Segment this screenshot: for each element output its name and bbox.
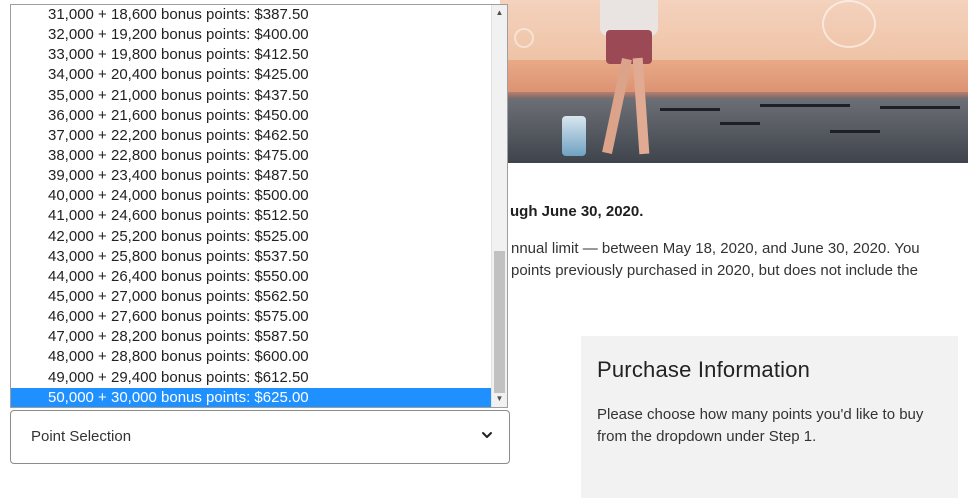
hero-sky — [500, 0, 968, 62]
dropdown-option[interactable]: 44,000 + 26,400 bonus points: $550.00 — [11, 267, 492, 287]
dropdown-option[interactable]: 33,000 + 19,800 bonus points: $412.50 — [11, 45, 492, 65]
dropdown-option[interactable]: 47,000 + 28,200 bonus points: $587.50 — [11, 327, 492, 347]
point-selection-select[interactable]: Point Selection — [10, 410, 510, 464]
driftwood — [880, 106, 960, 109]
dropdown-option[interactable]: 32,000 + 19,200 bonus points: $400.00 — [11, 25, 492, 45]
dropdown-option[interactable]: 46,000 + 27,600 bonus points: $575.00 — [11, 307, 492, 327]
driftwood — [720, 122, 760, 125]
dropdown-option[interactable]: 36,000 + 21,600 bonus points: $450.00 — [11, 106, 492, 126]
dropdown-scrollbar[interactable]: ▲ ▼ — [491, 5, 507, 407]
scroll-up-arrow-icon[interactable]: ▲ — [492, 5, 507, 21]
dropdown-option[interactable]: 48,000 + 28,800 bonus points: $600.00 — [11, 347, 492, 367]
bubble-jar — [562, 116, 586, 156]
dropdown-option[interactable]: 35,000 + 21,000 bonus points: $437.50 — [11, 86, 492, 106]
bubble-shape — [822, 0, 876, 48]
dropdown-option[interactable]: 38,000 + 22,800 bonus points: $475.00 — [11, 146, 492, 166]
scrollbar-thumb[interactable] — [494, 251, 505, 393]
dropdown-option[interactable]: 40,000 + 24,000 bonus points: $500.00 — [11, 186, 492, 206]
scroll-down-arrow-icon[interactable]: ▼ — [492, 391, 507, 407]
dropdown-option[interactable]: 39,000 + 23,400 bonus points: $487.50 — [11, 166, 492, 186]
points-dropdown-list[interactable]: 31,000 + 18,600 bonus points: $387.50 32,… — [10, 4, 508, 408]
offer-dates-heading: ugh June 30, 2020. — [510, 203, 644, 220]
driftwood — [830, 130, 880, 133]
dropdown-option[interactable]: 42,000 + 25,200 bonus points: $525.00 — [11, 227, 492, 247]
dropdown-option[interactable]: 37,000 + 22,200 bonus points: $462.50 — [11, 126, 492, 146]
purchase-information-body: Please choose how many points you'd like… — [597, 406, 924, 445]
hero-image — [500, 0, 968, 163]
driftwood — [760, 104, 850, 107]
dropdown-option[interactable]: 49,000 + 29,400 bonus points: $612.50 — [11, 368, 492, 388]
dropdown-option[interactable]: 43,000 + 25,800 bonus points: $537.50 — [11, 247, 492, 267]
point-selection-value: Point Selection — [31, 428, 132, 445]
paragraph-line: points previously purchased in 2020, but… — [511, 262, 918, 279]
dropdown-option[interactable]: 50,000 + 30,000 bonus points: $625.00 — [11, 387, 492, 407]
chevron-down-icon — [482, 432, 492, 438]
offer-details-paragraph: nnual limit — between May 18, 2020, and … — [511, 238, 961, 282]
dropdown-option[interactable]: 31,000 + 18,600 bonus points: $387.50 — [11, 5, 492, 25]
purchase-information-title: Purchase Information — [597, 357, 811, 382]
bubble-shape-small — [514, 28, 534, 48]
dropdown-option[interactable]: 41,000 + 24,600 bonus points: $512.50 — [11, 206, 492, 226]
dropdown-option[interactable]: 34,000 + 20,400 bonus points: $425.00 — [11, 65, 492, 85]
driftwood — [660, 108, 720, 111]
dropdown-option[interactable]: 45,000 + 27,000 bonus points: $562.50 — [11, 287, 492, 307]
dropdown-options: 31,000 + 18,600 bonus points: $387.50 32,… — [11, 5, 492, 407]
purchase-information-card: Purchase Information Please choose how m… — [581, 336, 958, 498]
paragraph-line: nnual limit — between May 18, 2020, and … — [511, 240, 920, 257]
